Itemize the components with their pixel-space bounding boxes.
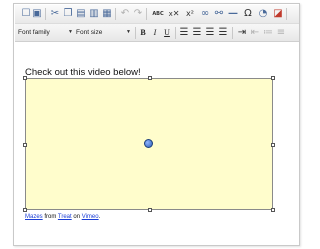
resize-handle-top[interactable] [148,76,152,80]
toolbar-separator [232,27,233,39]
resize-handle-top-right[interactable] [271,76,275,80]
caption-link-mazes[interactable]: Mazes [25,214,43,220]
unlink-icon[interactable]: ⚯ [212,7,226,21]
flash-media-icon [144,139,153,148]
toolbar-separator [135,27,136,39]
align-right-icon[interactable]: ☰ [203,26,217,40]
outdent-icon[interactable]: ⇤ [248,26,262,40]
paste-word-icon[interactable]: ▦ [100,7,114,21]
remove-format-icon[interactable]: x✕ [167,7,181,21]
caption-link-treat[interactable]: Treat [58,214,72,220]
link-icon[interactable]: ∞ [198,7,212,21]
font-size-select[interactable]: Font size ▼ [76,26,132,39]
toolbar-separator [146,8,147,20]
copy-icon[interactable]: ❐ [61,7,75,21]
chevron-down-icon: ▼ [68,29,73,35]
image-icon[interactable]: ◔ [256,7,270,21]
video-caption: Mazes from Treat on Vimeo. [25,214,100,220]
toolbar-top: ☐ ▣ ✂ ❐ ▤ ▥ ▦ ↶ ↷ ABC x✕ x² ∞ ⚯ — Ω ◔ ◪ [15,5,299,24]
align-left-icon[interactable]: ☰ [177,26,191,40]
embedded-video-placeholder[interactable] [23,76,275,212]
save-icon[interactable]: ▣ [30,7,44,21]
caption-text-period: . [98,214,101,220]
remove-format-mark: ✕ [172,9,180,18]
resize-handle-right[interactable] [271,143,275,147]
caption-text-on: on [71,214,82,220]
resize-handle-bottom-right[interactable] [271,208,275,212]
bullet-list-icon[interactable]: ≔ [261,26,275,40]
toolbar-separator [286,8,287,20]
paste-icon[interactable]: ▤ [74,7,88,21]
editor-content-area[interactable]: Check out this video below! Mazes from T… [15,42,299,245]
special-char-icon[interactable]: Ω [241,7,255,21]
caption-text-from: from [42,214,58,220]
undo-icon[interactable]: ↶ [118,7,132,21]
font-size-select-label: Font size [76,29,103,36]
font-family-select-label: Font family [18,29,50,36]
resize-handle-top-left[interactable] [23,76,27,80]
font-family-select[interactable]: Font family ▼ [18,26,74,39]
caption-link-vimeo[interactable]: Vimeo [82,214,99,220]
numbered-list-icon[interactable]: ≡ [274,26,288,40]
resize-handle-bottom[interactable] [148,208,152,212]
toolbar-separator [115,8,116,20]
chevron-down-icon: ▼ [126,29,131,35]
source-icon[interactable]: ◪ [271,7,285,21]
underline-button[interactable]: U [161,26,173,39]
toolbar-separator [45,8,46,20]
align-center-icon[interactable]: ☰ [190,26,204,40]
toolbar-separator [175,27,176,39]
redo-icon[interactable]: ↷ [131,7,145,21]
resize-handle-bottom-left[interactable] [23,208,27,212]
cut-icon[interactable]: ✂ [48,7,62,21]
indent-icon[interactable]: ⇥ [235,26,249,40]
superscript-icon[interactable]: x² [183,7,197,21]
align-justify-icon[interactable]: ☰ [216,26,230,40]
content-heading: Check out this video below! [25,67,141,78]
rich-text-editor: ☐ ▣ ✂ ❐ ▤ ▥ ▦ ↶ ↷ ABC x✕ x² ∞ ⚯ — Ω ◔ ◪ … [13,3,300,246]
paste-text-icon[interactable]: ▥ [87,7,101,21]
italic-button[interactable]: I [149,26,161,39]
resize-handle-left[interactable] [23,143,27,147]
bold-button[interactable]: B [137,26,149,39]
horizontal-rule-icon[interactable]: — [226,7,240,21]
toolbar-bottom: Font family ▼ Font size ▼ B I U ☰ ☰ ☰ ☰ … [15,24,299,42]
spellcheck-icon[interactable]: ABC [149,7,167,21]
